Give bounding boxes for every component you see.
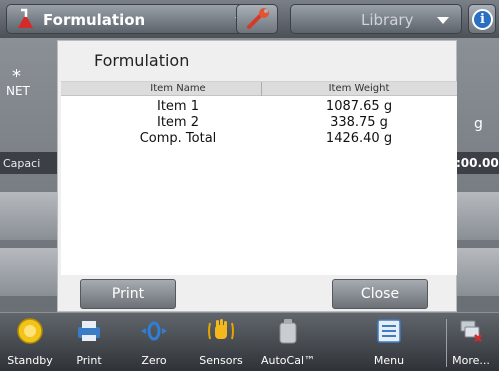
dialog-title: Formulation [94, 51, 190, 70]
item-name: Item 2 [157, 115, 199, 130]
item-weight: 1426.40 g [325, 131, 393, 146]
menu-icon [377, 319, 401, 343]
library-selector[interactable]: Library [290, 4, 462, 34]
column-header-item-weight: Item Weight [328, 83, 390, 94]
bottom-toolbar: Standby Print Zero Sensors AutoCal™ Menu… [0, 312, 499, 371]
settings-wrench-button[interactable] [236, 4, 278, 34]
info-button[interactable]: i [468, 4, 496, 34]
application-name: Formulation [43, 11, 146, 29]
capacity-value: :00.00 [456, 156, 499, 170]
top-bar: Formulation Library i [0, 0, 499, 38]
toolbar-label: Menu [373, 354, 405, 367]
weight-unit: g [474, 116, 483, 132]
list-header: Item Name Item Weight [61, 82, 457, 96]
net-label: NET [6, 84, 30, 98]
chevron-down-icon [437, 17, 449, 24]
print-toolbar-button[interactable]: Print [59, 313, 119, 371]
hand-sensor-icon [208, 319, 234, 340]
toolbar-label: Zero [141, 354, 167, 367]
standby-button[interactable]: Standby [0, 313, 60, 371]
item-name: Comp. Total [139, 131, 217, 146]
item-name: Item 1 [157, 99, 199, 114]
printer-icon [78, 321, 100, 341]
zero-icon [141, 321, 167, 341]
more-button[interactable]: More... [441, 313, 499, 371]
standby-icon [17, 318, 43, 344]
application-selector[interactable]: Formulation [6, 4, 260, 34]
wrench-icon [247, 8, 269, 29]
sensors-button[interactable]: Sensors [191, 313, 251, 371]
toolbar-label: Standby [7, 354, 53, 367]
formulation-dialog: Formulation Item Name Item Weight Item 1… [57, 40, 457, 312]
library-label: Library [361, 11, 414, 29]
zero-button[interactable]: Zero [124, 313, 184, 371]
autocal-button[interactable]: AutoCal™ [258, 313, 318, 371]
more-icon [460, 320, 482, 342]
print-button[interactable]: Print [80, 279, 176, 309]
formulation-list: Item Name Item Weight Item 1 1087.65 g I… [61, 81, 457, 275]
formulation-app-icon [18, 8, 33, 28]
list-item[interactable]: Comp. Total 1426.40 g [61, 131, 457, 147]
list-item[interactable]: Item 1 1087.65 g [61, 99, 457, 115]
toolbar-label: Sensors [199, 354, 243, 367]
close-button[interactable]: Close [332, 279, 428, 309]
list-item[interactable]: Item 2 338.75 g [61, 115, 457, 131]
info-icon: i [472, 9, 493, 30]
toolbar-label: More... [452, 354, 490, 367]
column-divider [261, 82, 262, 96]
item-weight: 338.75 g [330, 115, 388, 130]
toolbar-label: Print [76, 354, 102, 367]
capacity-label: Capaci [3, 157, 41, 170]
toolbar-label: AutoCal™ [260, 354, 316, 367]
calibration-weight-icon [279, 319, 297, 344]
item-weight: 1087.65 g [325, 99, 393, 114]
column-header-item-name: Item Name [150, 83, 206, 94]
menu-button[interactable]: Menu [359, 313, 419, 371]
